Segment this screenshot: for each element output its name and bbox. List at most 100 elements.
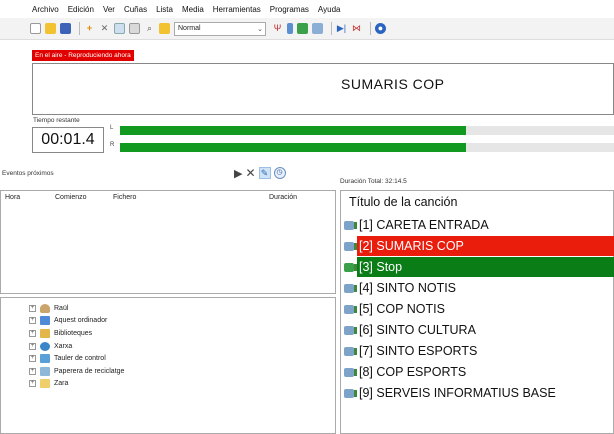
audio-file-icon <box>344 304 357 314</box>
column-song-title[interactable]: Título de la canción <box>349 195 457 209</box>
tree-item-user[interactable]: + Raül <box>1 302 335 315</box>
toolbar-separator <box>331 22 332 35</box>
vu-left-level <box>120 126 466 135</box>
playlist-item[interactable]: [4] SINTO NOTIS <box>341 278 614 298</box>
expand-icon[interactable]: + <box>29 342 36 350</box>
tree-item-label: Aquest ordinador <box>54 317 108 325</box>
menu-archivo[interactable]: Archivo <box>32 5 59 14</box>
toolbar: + ✕ ⌕ Normal ⌄ Ψ ▶| ⋈ ● <box>0 18 614 40</box>
playlist-item-label: [3] Stop <box>359 260 403 274</box>
network-icon <box>40 341 50 351</box>
column-duration[interactable]: Duración <box>269 194 297 201</box>
events-table[interactable]: Hora Comienzo Fichero Duración <box>0 190 336 294</box>
tree-item-label: Xarxa <box>54 342 73 350</box>
save-icon[interactable] <box>60 23 71 34</box>
tree-item-control-panel[interactable]: + Tauler de control <box>1 352 335 365</box>
expand-icon[interactable]: + <box>29 304 36 312</box>
playlist-item[interactable]: [1] CARETA ENTRADA <box>341 215 614 235</box>
playlist-item[interactable]: [7] SINTO ESPORTS <box>341 341 614 361</box>
toolbar-separator <box>370 22 371 35</box>
menu-media[interactable]: Media <box>182 5 204 14</box>
toolbar-separator <box>79 22 80 35</box>
playlist-item[interactable]: [6] SINTO CULTURA <box>341 320 614 340</box>
file-tree: + Raül + Aquest ordinador + Biblioteques… <box>0 297 336 434</box>
play-icon[interactable]: ▶ <box>234 167 242 180</box>
total-duration: Duración Total: 32:14.5 <box>340 178 407 185</box>
copy-icon[interactable] <box>114 23 125 34</box>
playlist-item-label: [7] SINTO ESPORTS <box>359 344 478 358</box>
playlist-item-label: [1] CARETA ENTRADA <box>359 218 489 232</box>
add-icon[interactable]: + <box>84 23 95 34</box>
audio-file-icon <box>344 388 357 398</box>
image-icon[interactable] <box>159 23 170 34</box>
tree-item-label: Paperera de reciclatge <box>54 367 125 375</box>
playlist-item[interactable]: [8] COP ESPORTS <box>341 362 614 382</box>
events-table-header: Hora Comienzo Fichero Duración <box>1 191 335 205</box>
menu-ver[interactable]: Ver <box>103 5 115 14</box>
antenna-icon[interactable]: Ψ <box>272 23 283 34</box>
playlist-item-stop[interactable]: [3] Stop <box>341 257 614 277</box>
playlist-item-playing[interactable]: [2] SUMARIS COP <box>341 236 614 256</box>
menu-herramientas[interactable]: Herramientas <box>213 5 261 14</box>
playlist-item-label: [2] SUMARIS COP <box>359 239 464 253</box>
delete-icon[interactable]: ✕ <box>99 23 110 34</box>
chevron-down-icon: ⌄ <box>257 25 263 33</box>
library-icon <box>40 328 50 338</box>
paste-icon[interactable] <box>129 23 140 34</box>
playlist-item-label: [4] SINTO NOTIS <box>359 281 457 295</box>
column-file[interactable]: Fichero <box>113 194 136 201</box>
vu-right-label: R <box>110 142 115 148</box>
mix-icon[interactable]: ⋈ <box>351 23 362 34</box>
tree-item-zara[interactable]: + Zara <box>1 378 335 391</box>
events-toolbar: ▶ ✕ ✎ ◷ <box>234 166 286 180</box>
expand-icon[interactable]: + <box>29 317 36 325</box>
expand-icon[interactable]: + <box>29 355 36 363</box>
tree-item-network[interactable]: + Xarxa <box>1 340 335 353</box>
control-panel-icon <box>40 354 50 364</box>
column-start[interactable]: Comienzo <box>55 194 87 201</box>
playlist[interactable]: Título de la canción [1] CARETA ENTRADA … <box>340 190 614 434</box>
playlist-item-label: [8] COP ESPORTS <box>359 365 467 379</box>
tree-item-label: Raül <box>54 304 69 312</box>
tree-item-label: Tauler de control <box>54 355 106 363</box>
open-folder-icon[interactable] <box>45 23 56 34</box>
equalizer-icon[interactable] <box>297 23 308 34</box>
clock-icon[interactable]: ◷ <box>273 167 286 179</box>
stop-icon <box>344 262 357 272</box>
mode-select-value: Normal <box>178 25 201 32</box>
menu-lista[interactable]: Lista <box>156 5 173 14</box>
edit-icon[interactable]: ✎ <box>258 167 271 179</box>
playlist-item-label: [6] SINTO CULTURA <box>359 323 476 337</box>
search-icon[interactable]: ⌕ <box>144 23 155 34</box>
menu-programas[interactable]: Programas <box>270 5 309 14</box>
mode-select[interactable]: Normal ⌄ <box>174 21 266 36</box>
vu-right-level <box>120 143 466 152</box>
play-next-icon[interactable]: ▶| <box>336 23 347 34</box>
playlist-item-label: [5] COP NOTIS <box>359 302 445 316</box>
bottle-icon[interactable] <box>287 23 293 34</box>
audio-file-icon <box>344 367 357 377</box>
audio-file-icon <box>344 325 357 335</box>
new-file-icon[interactable] <box>30 23 41 34</box>
info-icon[interactable]: ● <box>375 23 386 34</box>
tree-item-libraries[interactable]: + Biblioteques <box>1 327 335 340</box>
recycle-bin-icon <box>40 366 50 376</box>
menu-cunas[interactable]: Cuñas <box>124 5 147 14</box>
now-playing-title: SUMARIS COP <box>341 76 445 92</box>
events-label: Eventos próximos <box>2 170 54 177</box>
tree-item-label: Zara <box>54 380 69 388</box>
menu-bar: Archivo Edición Ver Cuñas Lista Media He… <box>0 0 614 18</box>
expand-icon[interactable]: + <box>29 329 36 337</box>
playlist-item[interactable]: [9] SERVEIS INFORMATIUS BASE <box>341 383 614 403</box>
monitor-icon[interactable] <box>312 23 323 34</box>
close-icon[interactable]: ✕ <box>245 166 255 180</box>
menu-edicion[interactable]: Edición <box>68 5 94 14</box>
menu-ayuda[interactable]: Ayuda <box>318 5 341 14</box>
tree-item-this-computer[interactable]: + Aquest ordinador <box>1 315 335 328</box>
column-hour[interactable]: Hora <box>5 194 20 201</box>
expand-icon[interactable]: + <box>29 380 36 388</box>
playlist-item[interactable]: [5] COP NOTIS <box>341 299 614 319</box>
tree-item-recycle-bin[interactable]: + Paperera de reciclatge <box>1 365 335 378</box>
vu-left-label: L <box>110 125 114 131</box>
expand-icon[interactable]: + <box>29 367 36 375</box>
